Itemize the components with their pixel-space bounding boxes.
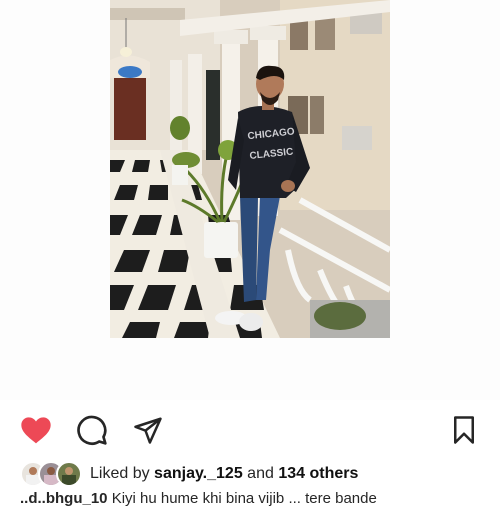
avatar[interactable]	[56, 461, 82, 487]
liked-by-user-link[interactable]: sanjay._125	[154, 465, 243, 482]
liked-by-joiner: and	[247, 465, 274, 482]
bookmark-icon[interactable]	[446, 412, 482, 448]
post-caption: ..d..bhgu_10 Kiyi hu hume khi bina vijib…	[20, 490, 377, 507]
liked-by-text: Liked by sanjay._125 and 134 others	[90, 465, 358, 483]
post-action-bar	[0, 410, 500, 450]
heart-filled-icon[interactable]	[18, 412, 54, 448]
post-photo[interactable]: CHICAGO CLASSIC	[110, 0, 390, 338]
likes-summary: Liked by sanjay._125 and 134 others	[20, 460, 358, 488]
post-media-area: CHICAGO CLASSIC	[0, 0, 500, 400]
liked-by-others-link[interactable]: 134 others	[278, 465, 358, 482]
post-photo-illustration: CHICAGO CLASSIC	[110, 0, 390, 338]
caption-username[interactable]: ..d..bhgu_10	[20, 490, 108, 507]
caption-text: Kiyi hu hume khi bina vijib ... tere ban…	[111, 490, 377, 507]
paper-plane-icon[interactable]	[130, 412, 166, 448]
liker-avatars[interactable]	[20, 461, 82, 487]
comment-bubble-icon[interactable]	[74, 412, 110, 448]
liked-by-prefix: Liked by	[90, 465, 150, 482]
